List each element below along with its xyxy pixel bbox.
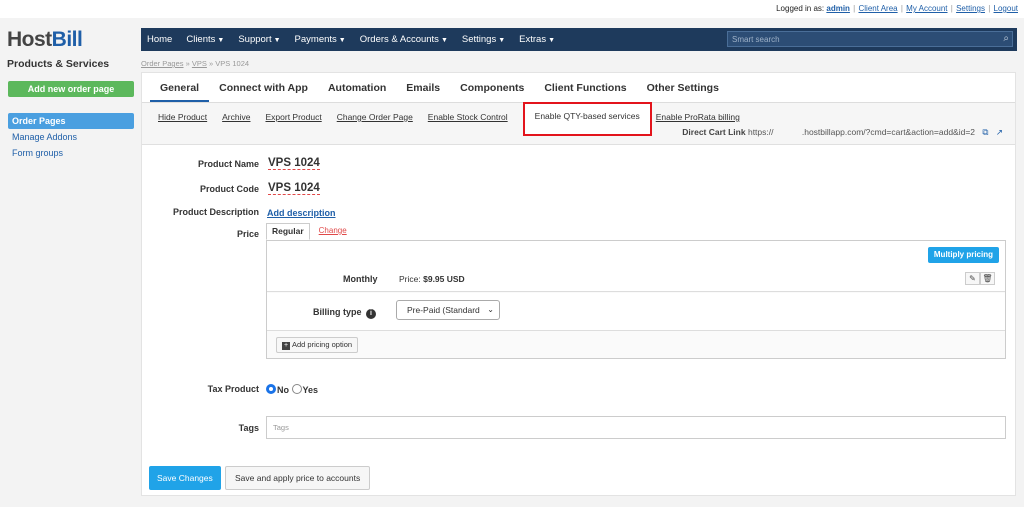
sidebar-nav: Order Pages Manage Addons Form groups	[8, 113, 134, 161]
logout-link[interactable]: Logout	[994, 4, 1018, 13]
sidebar-item-manage-addons[interactable]: Manage Addons	[8, 129, 134, 145]
change-order-page-link[interactable]: Change Order Page	[337, 112, 413, 136]
breadcrumb-order-pages[interactable]: Order Pages	[141, 59, 184, 68]
tab-client-functions[interactable]: Client Functions	[534, 73, 636, 102]
utility-bar: Logged in as: admin | Client Area | My A…	[0, 0, 1024, 18]
product-tabs: General Connect with App Automation Emai…	[150, 73, 729, 102]
caret-down-icon: ▼	[338, 37, 346, 44]
save-apply-price-button[interactable]: Save and apply price to accounts	[225, 466, 371, 490]
save-changes-button[interactable]: Save Changes	[149, 466, 221, 490]
tags-label: Tags	[238, 423, 259, 433]
nav-payments[interactable]: Payments ▼	[295, 34, 346, 45]
breadcrumb-current: VPS 1024	[215, 59, 250, 68]
pricing-row: Multiply pricing Monthly Price: $9.95 US…	[267, 241, 1005, 292]
archive-link[interactable]: Archive	[222, 112, 250, 136]
add-description-link[interactable]: Add description	[267, 208, 336, 218]
price-label: Price	[236, 229, 259, 239]
product-panel: General Connect with App Automation Emai…	[141, 72, 1016, 496]
multiply-pricing-button[interactable]: Multiply pricing	[927, 247, 999, 263]
logged-in-text: Logged in as:	[776, 4, 825, 13]
my-account-link[interactable]: My Account	[906, 4, 947, 13]
tax-product-label: Tax Product	[207, 384, 259, 394]
trash-icon[interactable]: 🗑	[980, 272, 995, 285]
smart-search-input[interactable]: Smart search ⌕	[727, 31, 1013, 47]
nav-extras[interactable]: Extras ▼	[519, 34, 555, 45]
billing-type-label: Billing type i	[313, 307, 377, 319]
tab-connect-with-app[interactable]: Connect with App	[209, 73, 318, 102]
nav-settings[interactable]: Settings ▼	[462, 34, 505, 45]
nav-clients[interactable]: Clients ▼	[186, 34, 224, 45]
sidebar-title: Products & Services	[7, 58, 110, 70]
product-code-label: Product Code	[199, 184, 259, 194]
pricing-box: Multiply pricing Monthly Price: $9.95 US…	[266, 240, 1006, 359]
tab-general[interactable]: General	[150, 73, 210, 102]
tab-other-settings[interactable]: Other Settings	[637, 73, 729, 102]
product-actions-bar: Hide Product Archive Export Product Chan…	[142, 102, 1015, 145]
price-value: Price: $9.95 USD	[399, 274, 465, 284]
sidebar: HostBill Products & Services Add new ord…	[0, 18, 141, 507]
tax-no-radio[interactable]	[266, 384, 276, 394]
sidebar-item-order-pages[interactable]: Order Pages	[8, 113, 134, 129]
sidebar-item-form-groups[interactable]: Form groups	[8, 145, 134, 161]
caret-down-icon: ▼	[548, 37, 556, 44]
nav-support[interactable]: Support ▼	[238, 34, 280, 45]
main-navbar: Home Clients ▼ Support ▼ Payments ▼ Orders …	[141, 28, 1017, 51]
chevron-down-icon: ⌄	[487, 305, 494, 314]
copy-icon[interactable]: ⧉	[982, 127, 988, 137]
external-link-icon[interactable]: ↗	[996, 127, 1003, 137]
tax-yes-radio[interactable]	[291, 384, 302, 394]
nav-home[interactable]: Home	[147, 34, 172, 45]
tab-components[interactable]: Components	[450, 73, 534, 102]
tax-product-options: No Yes	[266, 384, 318, 395]
product-code-field[interactable]: VPS 1024	[268, 182, 320, 195]
client-area-link[interactable]: Client Area	[858, 4, 897, 13]
price-tabs: Regular Change	[266, 223, 352, 240]
caret-down-icon: ▼	[273, 37, 281, 44]
edit-pencil-icon[interactable]: ✎	[965, 272, 980, 285]
billing-type-row: Billing type i Pre-Paid (Standard ⌄	[267, 293, 1005, 331]
nav-orders-accounts[interactable]: Orders & Accounts ▼	[360, 34, 448, 45]
settings-link[interactable]: Settings	[956, 4, 985, 13]
breadcrumb: Order Pages » VPS » VPS 1024	[141, 59, 250, 68]
caret-down-icon: ▼	[217, 37, 225, 44]
billing-cycle-label: Monthly	[343, 274, 378, 284]
plus-icon: +	[282, 342, 290, 350]
breadcrumb-vps[interactable]: VPS	[192, 59, 207, 68]
product-name-field[interactable]: VPS 1024	[268, 157, 320, 170]
product-name-label: Product Name	[197, 159, 259, 169]
hostbill-logo[interactable]: HostBill	[7, 28, 83, 52]
hide-product-link[interactable]: Hide Product	[158, 112, 207, 136]
info-icon[interactable]: i	[366, 309, 377, 319]
export-product-link[interactable]: Export Product	[265, 112, 321, 136]
caret-down-icon: ▼	[440, 37, 448, 44]
add-pricing-option-button[interactable]: + Add pricing option	[276, 337, 359, 353]
admin-user-link[interactable]: admin	[826, 4, 850, 13]
tab-emails[interactable]: Emails	[396, 73, 450, 102]
cart-link-url-suffix: .hostbillapp.com/?cmd=cart&action=add&id…	[801, 127, 976, 137]
product-description-label: Product Description	[172, 207, 259, 217]
search-icon[interactable]: ⌕	[1003, 33, 1009, 44]
caret-down-icon: ▼	[498, 37, 506, 44]
billing-type-select[interactable]: Pre-Paid (Standard ⌄	[396, 300, 500, 320]
enable-qty-based-services-button[interactable]: Enable QTY-based services	[522, 102, 652, 136]
price-tab-change[interactable]: Change	[314, 223, 352, 240]
direct-cart-link: Direct Cart Link https:// .hostbillapp.c…	[682, 127, 1003, 137]
price-tab-regular[interactable]: Regular	[266, 223, 310, 240]
enable-stock-control-link[interactable]: Enable Stock Control	[428, 112, 508, 136]
cart-link-url-prefix: https://	[747, 127, 774, 137]
tab-automation[interactable]: Automation	[318, 73, 396, 102]
tags-input[interactable]: Tags	[266, 416, 1006, 439]
add-new-order-page-button[interactable]: Add new order page	[8, 81, 134, 97]
